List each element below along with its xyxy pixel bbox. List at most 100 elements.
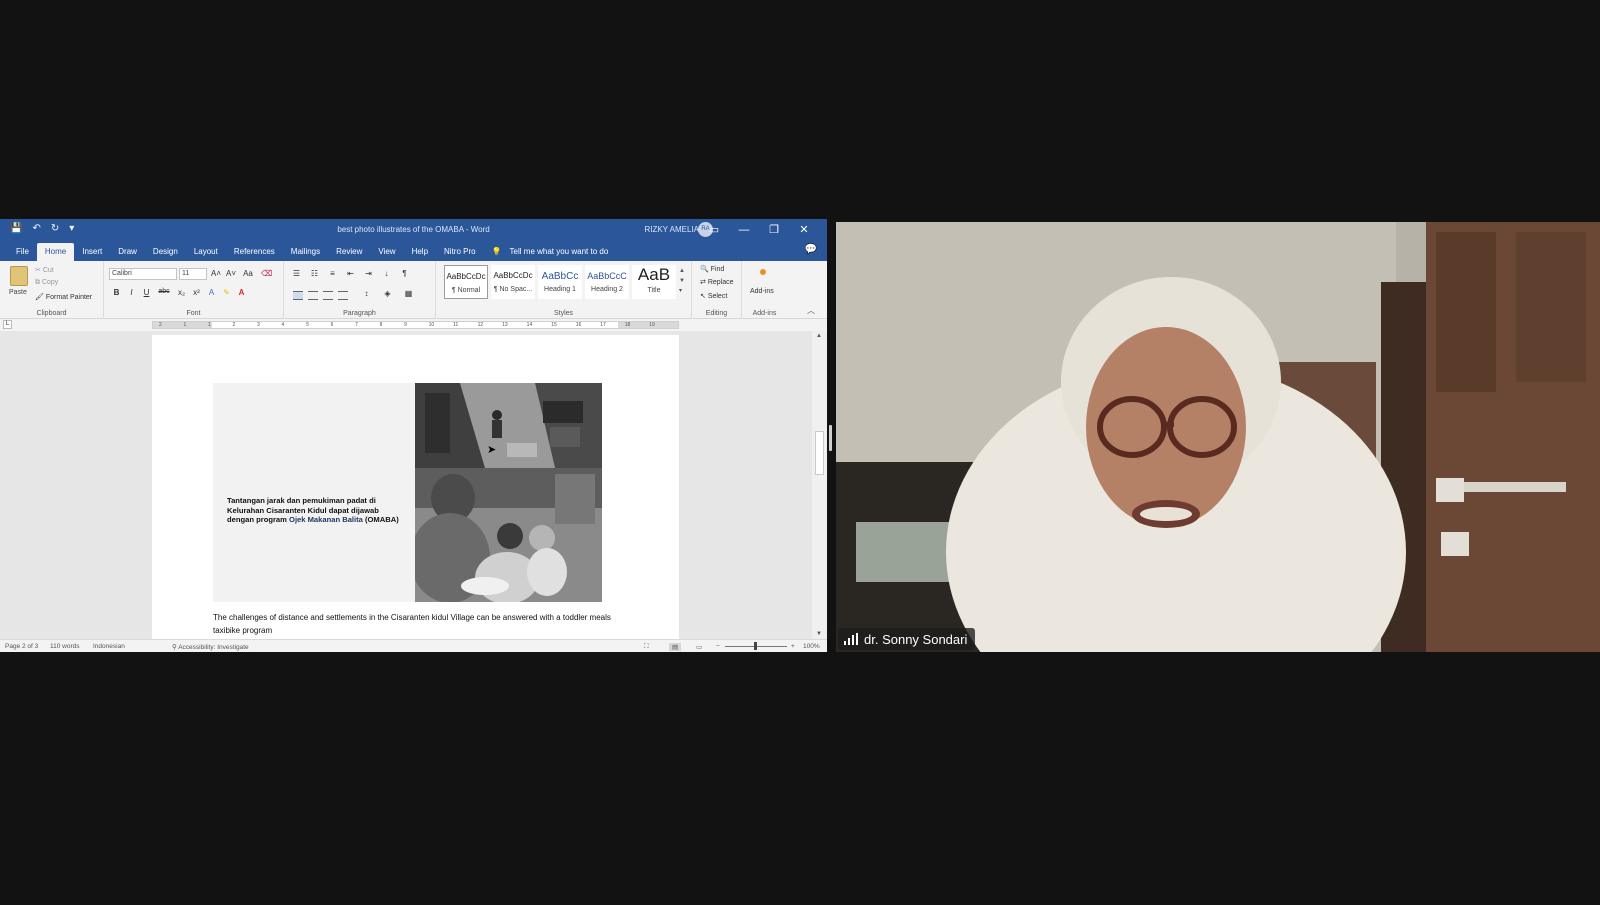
style-normal[interactable]: AaBbCcDc ¶ Normal	[444, 265, 488, 299]
font-group: Calibri 11 A˄ A˅ Aa ⌫ B I U abc x₂ x² A …	[104, 261, 284, 319]
scroll-up-icon[interactable]: ▲	[816, 333, 822, 339]
accessibility-status[interactable]: ⚲ Accessibility: Investigate	[172, 643, 249, 651]
zoom-out-icon[interactable]: −	[716, 643, 720, 650]
tab-insert[interactable]: Insert	[74, 243, 110, 261]
horizontal-ruler[interactable]: 2 1 1 2 3 4 5 6 7 8 9 10 11 12 13 14 15 16 17 18 19	[152, 321, 679, 329]
format-painter-button[interactable]: 🖌 Format Painter	[35, 293, 92, 301]
tell-me-search[interactable]: Tell me what you want to do	[510, 243, 609, 261]
replace-label: Replace	[707, 279, 734, 286]
tab-layout[interactable]: Layout	[186, 243, 226, 261]
page-count[interactable]: Page 2 of 3	[5, 643, 38, 650]
tab-home[interactable]: Home	[36, 243, 75, 261]
select-button[interactable]: ↖ Select	[700, 292, 727, 300]
comments-icon[interactable]: 💬	[805, 244, 817, 255]
tab-nitro-pro[interactable]: Nitro Pro	[436, 243, 484, 261]
tab-references[interactable]: References	[226, 243, 283, 261]
shrink-font-button[interactable]: A˅	[226, 269, 236, 278]
replace-button[interactable]: ⇄ Replace	[700, 278, 734, 286]
tab-help[interactable]: Help	[404, 243, 436, 261]
grow-font-button[interactable]: A˄	[211, 269, 221, 278]
ruler-tick: 15	[551, 322, 557, 328]
vertical-scrollbar[interactable]: ▲ ▼	[812, 331, 827, 639]
find-button[interactable]: 🔍 Find	[700, 265, 724, 273]
tab-file[interactable]: File	[8, 243, 37, 261]
print-layout-icon[interactable]: ▤	[669, 643, 682, 651]
align-right-icon[interactable]	[323, 291, 333, 300]
split-handle[interactable]	[829, 425, 832, 451]
user-name[interactable]: RIZKY AMELIA	[644, 225, 699, 234]
style-title[interactable]: AaB Title	[632, 265, 676, 299]
paste-icon[interactable]	[10, 266, 28, 286]
photo-cell[interactable]	[415, 383, 602, 602]
ribbon-display-icon[interactable]: ▭	[699, 221, 729, 239]
shading-icon[interactable]: ◈	[383, 289, 392, 298]
zoom-in-icon[interactable]: +	[791, 643, 795, 650]
close-button[interactable]: ✕	[789, 221, 819, 239]
signal-icon	[844, 633, 858, 645]
caption-cell[interactable]: Tantangan jarak dan pemukiman padat di K…	[213, 383, 415, 602]
tab-review[interactable]: Review	[328, 243, 370, 261]
tab-design[interactable]: Design	[145, 243, 186, 261]
scroll-down-icon[interactable]: ▼	[816, 631, 822, 637]
styles-scroll[interactable]: ▲ ▼ ▾	[679, 266, 685, 296]
participant-video[interactable]	[836, 222, 1600, 652]
tab-mailings[interactable]: Mailings	[283, 243, 328, 261]
bold-button[interactable]: B	[112, 288, 121, 297]
document-page[interactable]: Tantangan jarak dan pemukiman padat di K…	[152, 335, 679, 639]
borders-icon[interactable]: ▦	[404, 289, 413, 298]
font-color-icon[interactable]: A	[237, 288, 246, 297]
feeding-photo[interactable]	[415, 468, 602, 602]
lightbulb-icon[interactable]: 💡	[492, 243, 502, 261]
restore-button[interactable]: ❐	[759, 221, 789, 239]
web-layout-icon[interactable]: ▭	[696, 643, 702, 651]
highlight-icon[interactable]: ✎	[222, 288, 231, 297]
multilevel-list-icon[interactable]: ≡	[328, 269, 337, 278]
style-heading-1[interactable]: AaBbCc Heading 1	[538, 265, 582, 299]
text-effects-icon[interactable]: A	[207, 288, 216, 297]
scroll-thumb[interactable]	[815, 431, 824, 475]
cut-button[interactable]: ✂ Cut	[35, 266, 54, 274]
style-no-spacing[interactable]: AaBbCcDc ¶ No Spac...	[491, 265, 535, 299]
tab-selector[interactable]: L	[3, 320, 12, 329]
word-count[interactable]: 110 words	[50, 643, 80, 650]
italic-button[interactable]: I	[127, 288, 136, 297]
font-name-select[interactable]: Calibri	[109, 268, 177, 280]
increase-indent-icon[interactable]: ⇥	[364, 269, 373, 278]
tab-draw[interactable]: Draw	[110, 243, 145, 261]
list-controls: ☰ ☷ ≡ ⇤ ⇥ ↓ ¶	[292, 269, 409, 278]
superscript-button[interactable]: x²	[192, 288, 201, 297]
sort-icon[interactable]: ↓	[382, 269, 391, 278]
alley-photo[interactable]	[415, 383, 602, 468]
paste-button[interactable]: Paste	[9, 289, 27, 296]
decrease-indent-icon[interactable]: ⇤	[346, 269, 355, 278]
tab-view[interactable]: View	[370, 243, 403, 261]
meeting-stage: 💾 ↶ ↻ ▾ best photo illustrates of the OM…	[0, 0, 1600, 905]
addins-button[interactable]: Add-ins	[750, 288, 774, 295]
numbering-icon[interactable]: ☷	[310, 269, 319, 278]
show-marks-button[interactable]: ¶	[400, 269, 409, 278]
style-heading-2[interactable]: AaBbCcC Heading 2	[585, 265, 629, 299]
body-paragraph[interactable]: The challenges of distance and settlemen…	[213, 611, 613, 637]
align-left-icon[interactable]	[293, 291, 303, 300]
clear-formatting-icon[interactable]: ⌫	[261, 269, 272, 278]
copy-button[interactable]: ⧉ Copy	[35, 279, 58, 287]
font-size-select[interactable]: 11	[179, 268, 207, 280]
addins-icon[interactable]	[760, 269, 766, 275]
underline-button[interactable]: U	[142, 288, 151, 297]
participant-name: dr. Sonny Sondari	[864, 631, 968, 647]
zoom-level[interactable]: 100%	[803, 643, 820, 650]
justify-icon[interactable]	[338, 291, 348, 300]
align-center-icon[interactable]	[308, 291, 318, 300]
style-sample: AaBbCcC	[587, 271, 627, 281]
change-case-button[interactable]: Aa	[241, 269, 255, 278]
select-label: Select	[707, 293, 728, 300]
subscript-button[interactable]: x₂	[177, 288, 186, 297]
bullets-icon[interactable]: ☰	[292, 269, 301, 278]
collapse-ribbon-icon[interactable]: ︿	[807, 305, 815, 316]
language-status[interactable]: Indonesian	[93, 643, 125, 650]
focus-mode-icon[interactable]: ⛶	[644, 643, 649, 651]
minimize-button[interactable]: —	[729, 221, 759, 239]
strikethrough-button[interactable]: abc	[157, 288, 171, 297]
zoom-slider-thumb[interactable]	[754, 642, 757, 650]
line-spacing-icon[interactable]: ↕	[362, 289, 371, 298]
